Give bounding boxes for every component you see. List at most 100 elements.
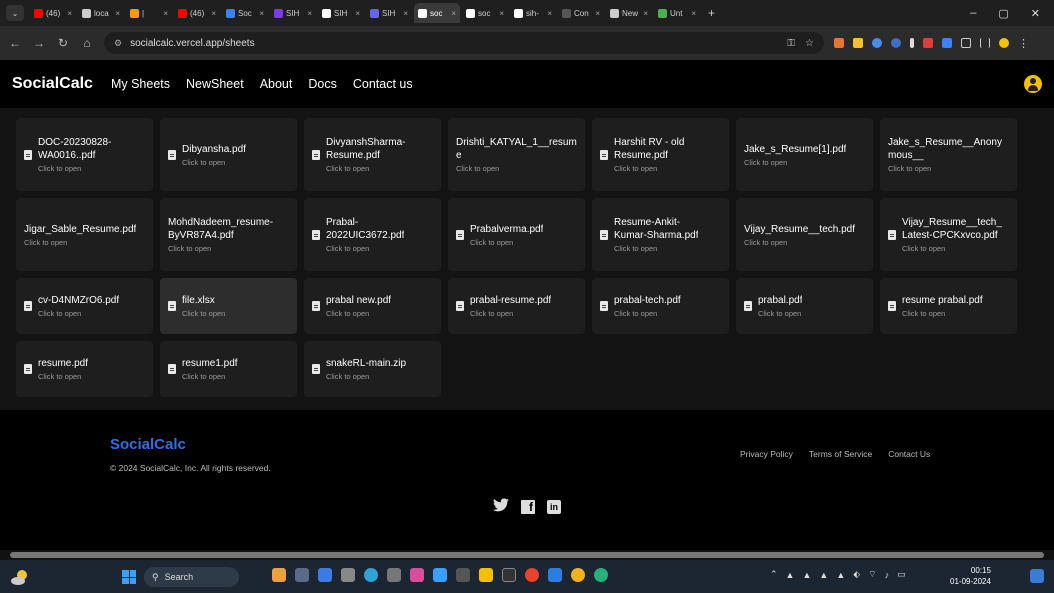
browser-tab[interactable]: Soc × xyxy=(222,3,268,23)
pen-icon[interactable] xyxy=(910,38,914,48)
file-card[interactable]: resume1.pdf Click to open xyxy=(160,341,297,397)
tab-close-icon[interactable]: × xyxy=(451,9,456,18)
extension-icon[interactable] xyxy=(834,38,844,48)
browser-tab[interactable]: Con × xyxy=(558,3,604,23)
file-card[interactable]: Jake_s_Resume__Anonymous__ Click to open xyxy=(880,118,1017,191)
address-bar[interactable]: ⚙ socialcalc.vercel.app/sheets ⚿ ☆ xyxy=(104,32,824,54)
terms-of-service-link[interactable]: Terms of Service xyxy=(809,449,872,459)
extensions-puzzle-icon[interactable] xyxy=(961,38,971,48)
nav-my-sheets[interactable]: My Sheets xyxy=(111,77,170,91)
weather-widget-icon[interactable] xyxy=(10,568,32,586)
profile-avatar-icon[interactable] xyxy=(999,38,1009,48)
browser-tab[interactable]: soc × xyxy=(414,3,460,23)
file-card[interactable]: DivyanshSharma- Resume.pdf Click to open xyxy=(304,118,441,191)
edge-browser-icon[interactable] xyxy=(364,568,378,582)
horizontal-scrollbar[interactable] xyxy=(0,550,1054,560)
file-card[interactable]: Jake_s_Resume[1].pdf Click to open xyxy=(736,118,873,191)
browser-tab[interactable]: soc × xyxy=(462,3,508,23)
minimize-button[interactable]: – xyxy=(970,7,976,20)
tab-close-icon[interactable]: × xyxy=(307,9,312,18)
browser-tab[interactable]: loca × xyxy=(78,3,124,23)
footer-brand[interactable]: SocialCalc xyxy=(110,436,186,453)
file-card[interactable]: Vijay_Resume__tech_ Latest-CPCKxvco.pdf C… xyxy=(880,198,1017,271)
task-view-icon[interactable] xyxy=(295,568,309,582)
vscode-icon[interactable] xyxy=(433,568,447,582)
calculator-app-icon[interactable] xyxy=(318,568,332,582)
notification-icon[interactable] xyxy=(1030,569,1044,583)
nav-contact-us[interactable]: Contact us xyxy=(353,77,413,91)
tab-close-icon[interactable]: × xyxy=(115,9,120,18)
browser-tab[interactable]: sih- × xyxy=(510,3,556,23)
taskbar-search[interactable]: ⚲ Search xyxy=(144,567,239,587)
linkedin-icon[interactable]: in xyxy=(547,499,561,514)
user-avatar-icon[interactable] xyxy=(1024,75,1042,93)
nav-docs[interactable]: Docs xyxy=(308,77,336,91)
chrome-icon[interactable] xyxy=(525,568,539,582)
file-card[interactable]: Prabal- 2022UIC3672.pdf Click to open xyxy=(304,198,441,271)
tab-close-icon[interactable]: × xyxy=(355,9,360,18)
tab-close-icon[interactable]: × xyxy=(691,9,696,18)
scrollbar-thumb[interactable] xyxy=(10,552,1044,558)
extension-icon[interactable] xyxy=(853,38,863,48)
whatsapp-icon[interactable] xyxy=(594,568,608,582)
facebook-icon[interactable]: f xyxy=(521,499,535,514)
browser-tab[interactable]: (46) × xyxy=(30,3,76,23)
file-card[interactable]: prabal-tech.pdf Click to open xyxy=(592,278,729,334)
browser-tab[interactable]: SIH × xyxy=(366,3,412,23)
file-card[interactable]: resume.pdf Click to open xyxy=(16,341,153,397)
chrome-icon[interactable] xyxy=(571,568,585,582)
tray-icon[interactable]: ▲ xyxy=(819,570,828,580)
tab-close-icon[interactable]: × xyxy=(643,9,648,18)
tab-close-icon[interactable]: × xyxy=(403,9,408,18)
app-icon[interactable] xyxy=(456,568,470,582)
show-hidden-icons[interactable]: ⌃ xyxy=(770,569,778,580)
nav-about[interactable]: About xyxy=(260,77,293,91)
password-key-icon[interactable]: ⚿ xyxy=(787,38,795,49)
reload-icon[interactable]: ↻ xyxy=(56,36,70,50)
wifi-icon[interactable]: ⌔ xyxy=(868,569,876,580)
new-tab-button[interactable]: + xyxy=(702,6,721,20)
contact-us-link[interactable]: Contact Us xyxy=(888,449,930,459)
file-card[interactable]: prabal.pdf Click to open xyxy=(736,278,873,334)
browser-menu-icon[interactable]: ⋮ xyxy=(1018,37,1029,50)
file-card[interactable]: file.xlsx Click to open xyxy=(160,278,297,334)
browser-tab[interactable]: SIH × xyxy=(318,3,364,23)
tab-close-icon[interactable]: × xyxy=(547,9,552,18)
file-card[interactable]: Vijay_Resume__tech.pdf Click to open xyxy=(736,198,873,271)
reading-list-icon[interactable] xyxy=(980,38,990,48)
forward-icon[interactable]: → xyxy=(32,36,46,50)
nav-new-sheet[interactable]: NewSheet xyxy=(186,77,244,91)
tray-icon[interactable]: ▲ xyxy=(836,570,845,580)
tray-icon[interactable]: ▲ xyxy=(802,570,811,580)
file-card[interactable]: prabal-resume.pdf Click to open xyxy=(448,278,585,334)
tray-icon[interactable]: ▲ xyxy=(786,570,795,580)
url-text[interactable]: socialcalc.vercel.app/sheets xyxy=(130,38,255,49)
extension-icon[interactable] xyxy=(942,38,952,48)
browser-tab[interactable]: Unt × xyxy=(654,3,700,23)
back-icon[interactable]: ← xyxy=(8,36,22,50)
site-info-icon[interactable]: ⚙ xyxy=(114,38,122,49)
privacy-policy-link[interactable]: Privacy Policy xyxy=(740,449,793,459)
file-card[interactable]: Drishti_KATYAL_1__resume Click to open xyxy=(448,118,585,191)
extension-icon[interactable] xyxy=(872,38,882,48)
file-card[interactable]: Harshit RV - old Resume.pdf Click to open xyxy=(592,118,729,191)
taskbar-clock[interactable]: 00:15 01-09-2024 xyxy=(950,565,991,587)
widgets-app-icon[interactable] xyxy=(272,568,286,582)
tab-close-icon[interactable]: × xyxy=(211,9,216,18)
battery-icon[interactable]: ▭ xyxy=(897,569,906,580)
file-card[interactable]: Prabalverma.pdf Click to open xyxy=(448,198,585,271)
tray-icon[interactable]: ⬖ xyxy=(853,569,860,580)
app-icon[interactable] xyxy=(410,568,424,582)
twitter-icon[interactable] xyxy=(493,498,509,515)
settings-app-icon[interactable] xyxy=(341,568,355,582)
tab-search-icon[interactable]: ⌄ xyxy=(6,5,24,21)
bookmark-star-icon[interactable]: ☆ xyxy=(805,38,814,49)
file-card[interactable]: MohdNadeem_resume- ByVR87A4.pdf Click to … xyxy=(160,198,297,271)
tab-close-icon[interactable]: × xyxy=(499,9,504,18)
file-card[interactable]: Jigar_Sable_Resume.pdf Click to open xyxy=(16,198,153,271)
file-card[interactable]: Resume-Ankit- Kumar-Sharma.pdf Click to o… xyxy=(592,198,729,271)
file-card[interactable]: Dibyansha.pdf Click to open xyxy=(160,118,297,191)
app-icon[interactable] xyxy=(387,568,401,582)
home-icon[interactable]: ⌂ xyxy=(80,36,94,50)
tab-close-icon[interactable]: × xyxy=(595,9,600,18)
